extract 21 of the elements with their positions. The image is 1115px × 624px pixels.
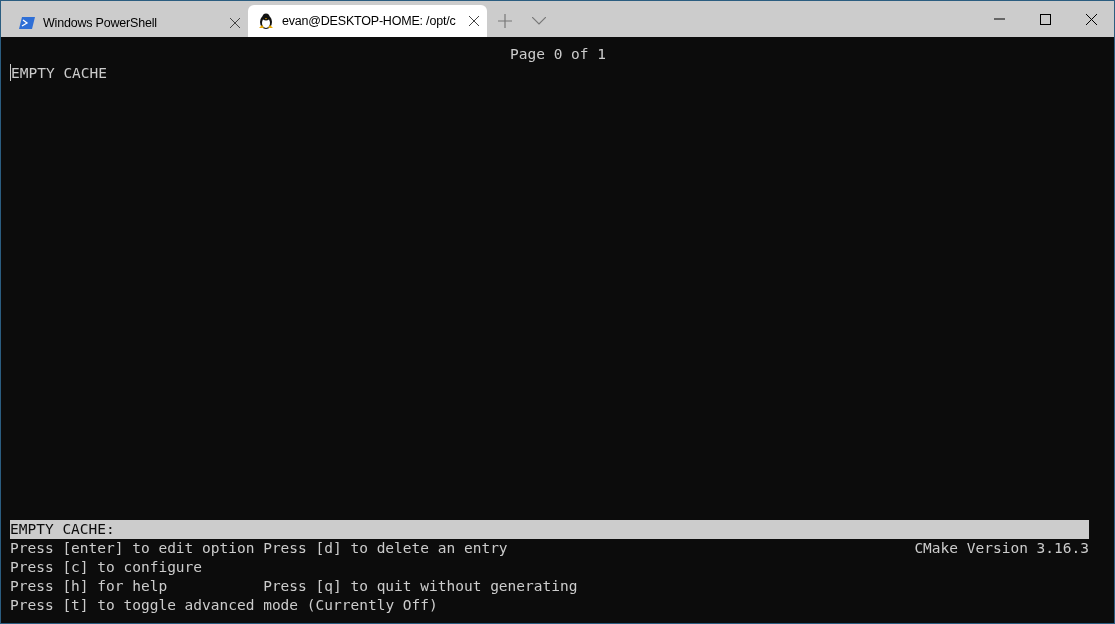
close-icon[interactable] <box>230 17 240 28</box>
tab[interactable]: evan@DESKTOP-HOME: /opt/c <box>248 5 487 37</box>
help-text: Press [enter] to edit option <box>10 539 256 558</box>
tab[interactable]: Windows PowerShell <box>9 8 248 37</box>
close-icon <box>1085 13 1097 25</box>
maximize-icon <box>1039 13 1051 25</box>
help-text: Press [d] to delete an entry <box>263 539 509 558</box>
help-text: Press [c] to configure <box>10 558 204 577</box>
page-indicator: Page 0 of 1 <box>510 46 606 62</box>
cache-entry[interactable]: EMPTY CACHE <box>11 64 108 83</box>
chevron-down-icon <box>532 17 546 25</box>
text-cursor <box>10 64 11 81</box>
close-icon[interactable] <box>469 16 479 26</box>
plus-icon <box>498 14 512 28</box>
minimize-icon <box>993 18 1005 20</box>
help-text: Press [t] to toggle advanced mode (Currently Off) <box>10 596 439 615</box>
penguin-icon <box>258 12 274 30</box>
help-text: Press [q] to quit without generating <box>263 577 579 596</box>
version-text: CMake Version 3.16.3 <box>914 539 1089 558</box>
terminal-prompt-icon <box>19 15 35 30</box>
help-text: Press [h] for help <box>10 577 169 596</box>
